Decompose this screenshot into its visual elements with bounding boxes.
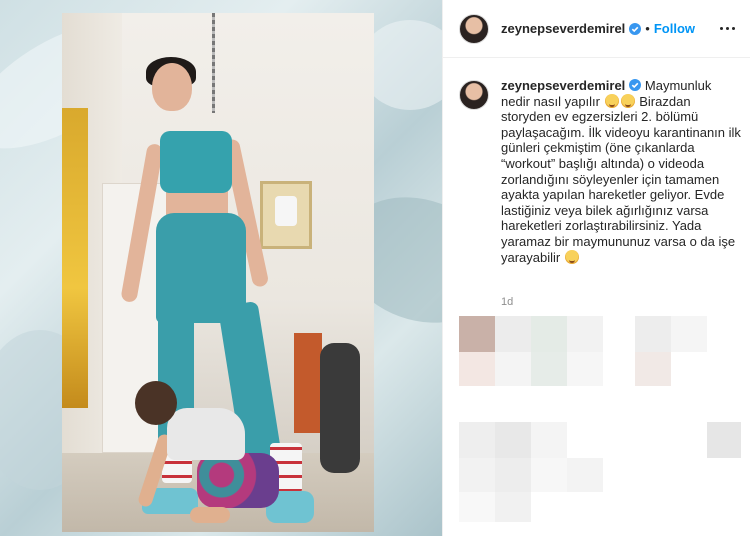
blurred-block	[531, 422, 567, 458]
blurred-comments	[459, 316, 743, 526]
post-photo[interactable]	[62, 13, 374, 532]
blurred-block	[635, 352, 671, 386]
verified-badge-icon	[629, 22, 642, 35]
caption-username-link[interactable]: zeynepseverdemirel	[501, 78, 625, 93]
blurred-block	[495, 422, 531, 458]
orange-shelf	[294, 333, 322, 433]
post-header: zeynepseverdemirel • Follow	[443, 0, 750, 58]
separator-dot: •	[645, 21, 650, 36]
blurred-block	[707, 422, 741, 458]
blurred-block	[635, 316, 671, 352]
post-timestamp[interactable]: 1d	[501, 296, 513, 308]
blurred-block	[531, 352, 567, 386]
more-options-icon[interactable]	[717, 18, 737, 38]
blurred-block	[459, 352, 495, 386]
child-shirt	[167, 408, 245, 460]
username-link[interactable]: zeynepseverdemirel	[501, 21, 625, 36]
blurred-block	[531, 458, 567, 492]
verified-badge-icon	[629, 79, 642, 91]
blurred-block	[567, 458, 603, 492]
child-head	[135, 381, 177, 425]
grinning-face-emoji	[604, 93, 619, 108]
blurred-block	[459, 458, 495, 492]
blurred-block	[671, 316, 707, 352]
blurred-block	[531, 316, 567, 352]
post-media-area	[0, 0, 442, 536]
sports-top	[160, 131, 232, 193]
blurred-block	[567, 352, 603, 386]
exercise-bike	[320, 343, 360, 473]
blurred-block	[459, 492, 495, 522]
grinning-face-emoji	[564, 249, 579, 264]
blurred-block	[495, 492, 531, 522]
wall-artwork	[62, 108, 88, 408]
blurred-block	[567, 316, 603, 352]
follow-button[interactable]: Follow	[654, 21, 695, 36]
woman-head	[152, 63, 192, 111]
grinning-face-emoji	[620, 93, 635, 108]
child-pants	[197, 453, 279, 508]
blurred-block	[495, 458, 531, 492]
ceiling-chain	[212, 13, 215, 113]
post-side-panel: zeynepseverdemirel • Follow zeynepseverd…	[442, 0, 750, 536]
avatar[interactable]	[459, 13, 489, 44]
avatar[interactable]	[459, 80, 489, 110]
blurred-block	[495, 316, 531, 352]
blurred-avatar	[459, 422, 495, 458]
child-foot	[190, 507, 230, 523]
framed-jersey	[260, 181, 312, 249]
blurred-avatar	[459, 316, 495, 352]
caption: zeynepseverdemirel Maymunluk nedir nasıl…	[501, 78, 741, 265]
caption-text: Birazdan storyden ev egzersizleri 2. böl…	[501, 93, 741, 265]
caption-block: zeynepseverdemirel Maymunluk nedir nasıl…	[459, 78, 741, 265]
blurred-block	[495, 352, 531, 386]
